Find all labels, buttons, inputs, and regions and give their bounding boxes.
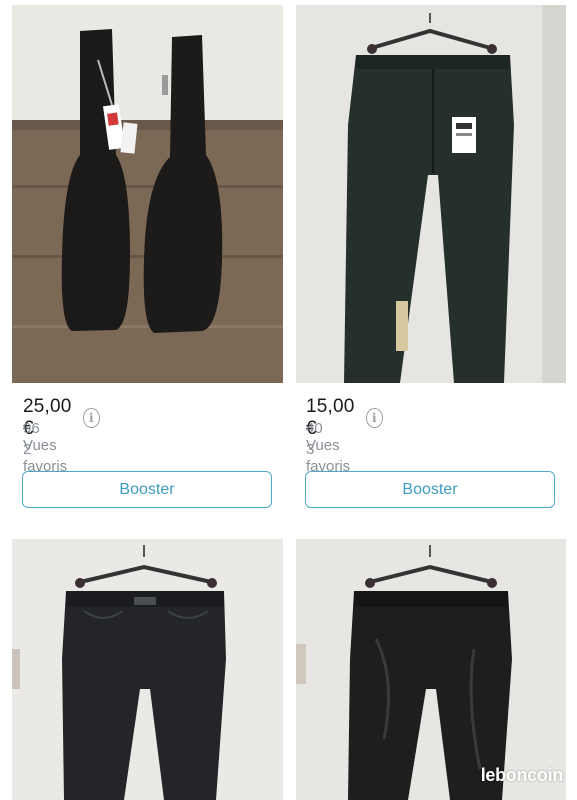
booster-button[interactable]: Booster	[22, 471, 272, 508]
booster-button[interactable]: Booster	[305, 471, 555, 508]
info-circle-icon[interactable]: i	[83, 408, 100, 428]
listing-photo-leather-pants[interactable]	[296, 539, 566, 800]
listing-photo-dark-jeans[interactable]	[12, 539, 283, 800]
listing-photo-coated-pants[interactable]	[296, 5, 566, 383]
leboncoin-watermark: leboncoin	[480, 765, 564, 785]
favorites-count: 3 favoris	[306, 441, 351, 475]
favorites-count: 2 favoris	[23, 441, 68, 475]
listing-photo-boots[interactable]	[12, 5, 283, 383]
info-circle-icon[interactable]: i	[366, 408, 383, 428]
